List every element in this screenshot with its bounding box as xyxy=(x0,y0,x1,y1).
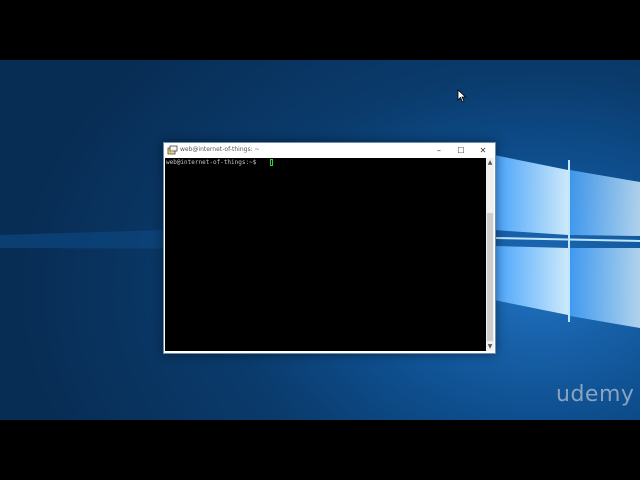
scrollbar-thumb[interactable] xyxy=(487,213,493,341)
letterbox-bottom xyxy=(0,420,640,480)
scroll-up-button[interactable]: ▲ xyxy=(486,158,494,167)
terminal-cursor xyxy=(270,159,273,166)
terminal-window[interactable]: web@internet-of-things: ~ – ☐ ✕ web@inte… xyxy=(163,142,496,354)
scroll-down-button[interactable]: ▼ xyxy=(486,342,494,351)
minimize-button[interactable]: – xyxy=(428,143,450,158)
window-titlebar[interactable]: web@internet-of-things: ~ – ☐ ✕ xyxy=(164,143,495,158)
maximize-button[interactable]: ☐ xyxy=(450,143,472,158)
terminal-area[interactable]: web@internet-of-things:~$ xyxy=(165,158,486,351)
putty-icon[interactable] xyxy=(167,145,178,156)
window-title: web@internet-of-things: ~ xyxy=(180,146,260,153)
udemy-watermark: udemy xyxy=(556,382,635,407)
mouse-pointer-icon xyxy=(457,89,467,103)
vertical-scrollbar[interactable]: ▲ ▼ xyxy=(486,158,494,351)
shell-prompt: web@internet-of-things:~$ xyxy=(166,159,257,166)
close-button[interactable]: ✕ xyxy=(472,143,494,158)
letterbox-top xyxy=(0,0,640,60)
